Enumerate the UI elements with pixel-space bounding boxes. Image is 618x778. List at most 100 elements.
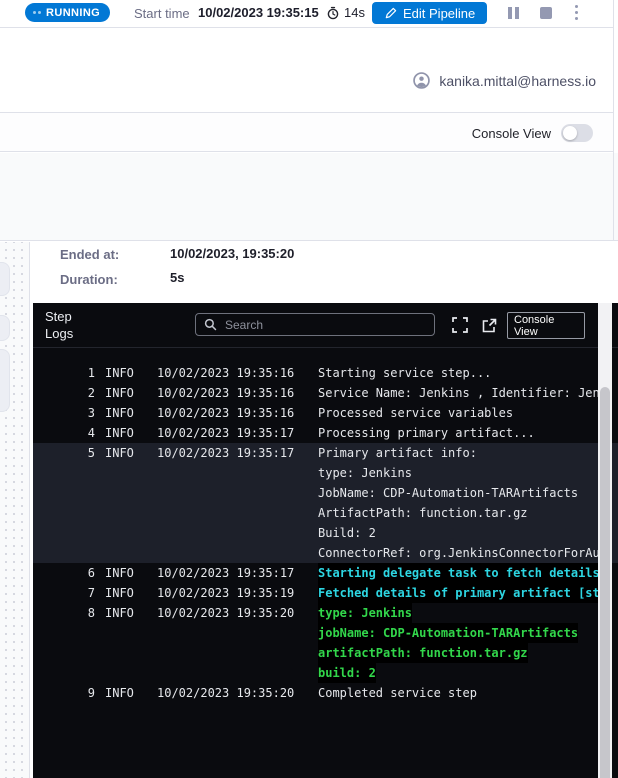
log-line-number: [33, 463, 95, 483]
log-message: Completed service step: [318, 683, 477, 703]
log-line: ConnectorRef: org.JenkinsConnectorForAu: [33, 543, 618, 563]
log-entry: 7INFO10/02/2023 19:35:19Fetched details …: [33, 583, 618, 603]
log-timestamp: 10/02/2023 19:35:20: [157, 683, 318, 703]
log-line: artifactPath: function.tar.gz: [33, 643, 618, 663]
log-line: 8INFO10/02/2023 19:35:20type: Jenkins: [33, 603, 618, 623]
log-message: Processed service variables: [318, 403, 513, 423]
log-line: ArtifactPath: function.tar.gz: [33, 503, 618, 523]
console-scrollbar: [598, 303, 612, 778]
log-timestamp: [157, 483, 318, 503]
log-entry: 5INFO10/02/2023 19:35:17Primary artifact…: [33, 443, 618, 563]
log-line-number: [33, 483, 95, 503]
step-logs-console: Step Logs: [33, 303, 618, 778]
console-view-button[interactable]: Console View: [507, 312, 585, 339]
log-message: Starting service step...: [318, 363, 491, 383]
log-level: INFO: [105, 683, 147, 703]
more-options-button[interactable]: [575, 5, 578, 20]
log-message: jobName: CDP-Automation-TARArtifacts: [318, 623, 578, 643]
view-toggle-section: Console View: [0, 113, 614, 152]
log-timestamp: 10/02/2023 19:35:16: [157, 383, 318, 403]
user-avatar-icon: [413, 72, 430, 89]
log-level: INFO: [105, 423, 147, 443]
log-timestamp: [157, 623, 318, 643]
log-line-number: [33, 543, 95, 563]
log-level: INFO: [105, 383, 147, 403]
elapsed-time-value: 14s: [344, 5, 365, 20]
panel-right-border: [613, 0, 614, 241]
external-link-icon: [481, 317, 498, 334]
log-line: 2INFO10/02/2023 19:35:16Service Name: Je…: [33, 383, 618, 403]
edit-pipeline-button[interactable]: Edit Pipeline: [372, 2, 487, 24]
fullscreen-button[interactable]: [450, 315, 470, 335]
log-timestamp: 10/02/2023 19:35:17: [157, 443, 318, 463]
log-level: INFO: [105, 443, 147, 463]
log-message: ConnectorRef: org.JenkinsConnectorForAu: [318, 543, 600, 563]
log-line-number: [33, 663, 95, 683]
step-logs-title-line2: Logs: [45, 325, 73, 342]
toggle-knob: [563, 126, 577, 140]
log-line: 5INFO10/02/2023 19:35:17Primary artifact…: [33, 443, 618, 463]
start-time-label: Start time: [134, 6, 190, 21]
log-line-number: 3: [33, 403, 95, 423]
log-message: type: Jenkins: [318, 603, 412, 623]
log-line-number: [33, 523, 95, 543]
log-message: type: Jenkins: [318, 463, 412, 483]
pipeline-node[interactable]: [0, 315, 10, 341]
log-entry: 2INFO10/02/2023 19:35:16Service Name: Je…: [33, 383, 618, 403]
log-search-box: [195, 313, 435, 336]
log-entry: 9 INFO 10/02/2023 19:35:20Completed servic…: [33, 683, 618, 703]
log-level: INFO: [105, 603, 147, 623]
search-icon: [204, 318, 217, 331]
scrollbar-thumb[interactable]: [600, 387, 610, 778]
open-in-new-button[interactable]: [479, 315, 499, 335]
status-badge: RUNNING: [25, 3, 110, 22]
pause-button[interactable]: [508, 7, 519, 19]
log-entry: 4INFO10/02/2023 19:35:17Processing prima…: [33, 423, 618, 443]
console-view-toggle-label: Console View: [472, 126, 551, 141]
log-search-input[interactable]: [223, 317, 426, 333]
duration-value: 5s: [170, 270, 184, 285]
log-timestamp: [157, 523, 318, 543]
step-details-panel: Ended at: 10/02/2023, 19:35:20 Duration:…: [31, 242, 618, 778]
log-line-number: 2: [33, 383, 95, 403]
log-line-number: 6: [33, 563, 95, 583]
pipeline-node[interactable]: [0, 349, 10, 412]
console-header: Step Logs: [33, 303, 618, 348]
user-menu[interactable]: kanika.mittal@harness.io: [413, 72, 596, 89]
log-level: INFO: [105, 563, 147, 583]
execution-topbar: RUNNING Start time 10/02/2023 19:35:15 1…: [0, 0, 614, 28]
elapsed-time: 14s: [326, 5, 365, 20]
step-logs-title-line1: Step: [45, 308, 73, 325]
log-line-number: [33, 643, 95, 663]
pipeline-graph-strip: [0, 242, 30, 778]
console-view-toggle[interactable]: [561, 124, 593, 142]
log-line-number: 7: [33, 583, 95, 603]
pipeline-node[interactable]: [0, 262, 10, 296]
log-line-number: 9: [33, 683, 95, 703]
log-message: ArtifactPath: function.tar.gz: [318, 503, 528, 523]
status-badge-label: RUNNING: [46, 7, 100, 19]
log-level: [105, 483, 147, 503]
log-line: 4INFO10/02/2023 19:35:17Processing prima…: [33, 423, 618, 443]
log-timestamp: [157, 663, 318, 683]
log-message: Starting delegate task to fetch details: [318, 563, 600, 583]
log-message: artifactPath: function.tar.gz: [318, 643, 528, 663]
running-dots-icon: [33, 11, 41, 14]
clock-icon: [326, 6, 340, 20]
log-line-number: 4: [33, 423, 95, 443]
start-time-value: 10/02/2023 19:35:15: [198, 5, 319, 20]
log-line: build: 2: [33, 663, 618, 683]
log-level: [105, 523, 147, 543]
stop-button[interactable]: [540, 7, 552, 19]
log-level: [105, 543, 147, 563]
log-message: Primary artifact info:: [318, 443, 477, 463]
pencil-icon: [384, 7, 397, 20]
log-timestamp: 10/02/2023 19:35:16: [157, 363, 318, 383]
log-timestamp: 10/02/2023 19:35:19: [157, 583, 318, 603]
log-level: [105, 623, 147, 643]
log-level: [105, 503, 147, 523]
log-timestamp: 10/02/2023 19:35:20: [157, 603, 318, 623]
log-line-number: 1: [33, 363, 95, 383]
pipeline-canvas-top: [0, 153, 618, 241]
log-entry: 6INFO10/02/2023 19:35:17Starting delegat…: [33, 563, 618, 583]
